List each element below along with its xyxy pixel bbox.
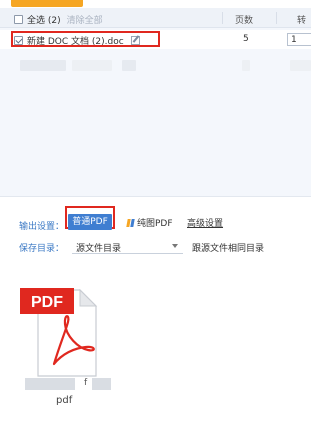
blurred-name — [72, 60, 112, 71]
select-all-control: 全选 (2) 清除全部 — [14, 13, 103, 26]
file-page-count: 5 — [243, 34, 249, 44]
file-name-cell: 新建 DOC 文档 (2).doc — [14, 34, 140, 47]
output-settings-label: 输出设置： — [19, 222, 65, 232]
blurred-pages — [242, 60, 250, 71]
pdf-badge-label: PDF — [31, 294, 63, 311]
select-all-label: 全选 (2) — [27, 16, 61, 26]
image-pdf-button[interactable]: 纯图PDF — [127, 216, 173, 229]
advanced-settings-link[interactable]: 高级设置 — [187, 216, 223, 229]
file-name: 新建 DOC 文档 (2).doc — [27, 37, 124, 47]
save-directory-label: 保存目录： — [19, 244, 65, 254]
file-list-header: 全选 (2) 清除全部 页数 转 — [0, 8, 311, 28]
pdf-file-fold — [79, 288, 98, 307]
file-checkbox[interactable] — [14, 36, 23, 45]
clear-all-link[interactable]: 清除全部 — [67, 13, 103, 26]
blurred-caption — [25, 378, 75, 390]
caption-fragment: f — [84, 378, 88, 388]
toolbar-strip — [0, 0, 311, 7]
pdf-file-icon[interactable]: PDF — [14, 284, 106, 384]
pdf-file-caption: f pdf — [25, 378, 120, 408]
image-pdf-label: 纯图PDF — [137, 219, 173, 229]
page-range-input[interactable] — [287, 33, 311, 46]
blurred-caption — [92, 378, 111, 390]
save-directory-value: 源文件目录 — [76, 244, 122, 254]
pages-column-header: 页数 — [235, 16, 254, 26]
same-directory-option[interactable]: 跟源文件相同目录 — [192, 241, 264, 254]
blurred-file-row — [0, 54, 311, 76]
save-directory-select[interactable]: 源文件目录 — [72, 237, 183, 254]
image-pdf-icon — [127, 219, 135, 227]
blurred-range — [290, 60, 311, 71]
select-all-checkbox[interactable] — [14, 15, 23, 24]
add-file-button[interactable] — [11, 0, 83, 7]
caret-down-icon — [172, 244, 178, 248]
edit-icon[interactable] — [130, 36, 140, 45]
range-column-header: 转 — [297, 16, 307, 26]
column-divider — [276, 12, 277, 24]
blurred-name — [122, 60, 136, 71]
column-divider — [222, 12, 223, 24]
blurred-name — [20, 60, 66, 71]
caption-extension: pdf — [56, 395, 73, 406]
normal-pdf-button[interactable]: 普通PDF — [68, 214, 112, 230]
file-list-panel: 全选 (2) 清除全部 页数 转 新建 DOC 文档 (2).doc 5 — [0, 8, 311, 197]
